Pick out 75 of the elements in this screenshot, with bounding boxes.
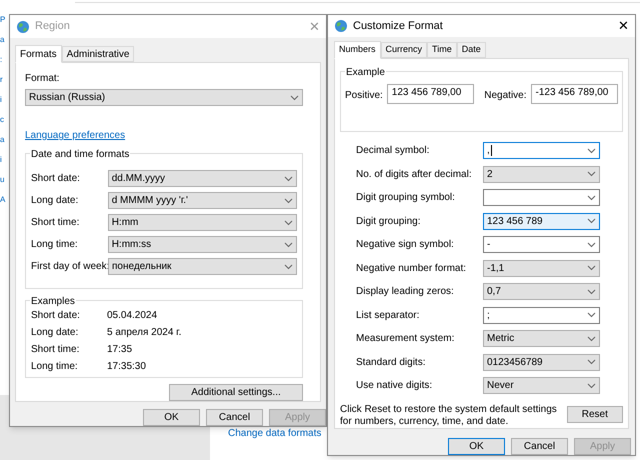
example-value: 05.04.2024 [107, 309, 158, 324]
dialog-button[interactable]: OK [143, 409, 200, 426]
setting-label: Use native digits: [356, 379, 434, 393]
setting-label: Negative number format: [356, 262, 468, 276]
negative-label: Negative: [484, 89, 527, 103]
example-label: Long date: [31, 326, 80, 340]
tab[interactable]: Numbers [334, 41, 381, 59]
dropdown[interactable]: H:mm [108, 214, 297, 231]
setting-label: Digit grouping symbol: [356, 191, 456, 205]
negative-example: -123 456 789,00 [530, 84, 618, 104]
setting-label: Measurement system: [356, 332, 456, 346]
tab[interactable]: Formats [15, 45, 62, 63]
tab[interactable]: Time [427, 42, 457, 58]
setting-label: No. of digits after decimal: [356, 168, 473, 182]
setting-label: Decimal symbol: [356, 144, 430, 158]
dropdown[interactable]: Metric [483, 330, 600, 347]
field-label: Long time: [31, 238, 79, 252]
dropdown[interactable]: H:mm:ss [108, 236, 297, 253]
dropdown[interactable]: 0,7 [483, 283, 600, 300]
setting-label: Display leading zeros: [356, 285, 455, 299]
dialog-button[interactable]: Reset [566, 406, 623, 423]
dropdown[interactable]: Russian (Russia) [25, 89, 303, 106]
dropdown[interactable]: 0123456789 [483, 354, 600, 370]
setting-label: Negative sign symbol: [356, 238, 455, 252]
dropdown[interactable]: dd.MM.yyyy [108, 170, 297, 187]
dropdown[interactable]: 123 456 789 [483, 212, 600, 230]
dropdown[interactable]: , [483, 142, 600, 159]
dialog-button[interactable]: Additional settings... [169, 384, 303, 401]
cut-text: u [0, 174, 6, 186]
cut-text: i [0, 154, 3, 166]
window-title: Customize Format [353, 18, 444, 34]
positive-example: 123 456 789,00 [386, 84, 474, 104]
dropdown[interactable]: 2 [483, 166, 600, 182]
cut-text: A [0, 194, 6, 206]
example-value: 17:35 [107, 343, 132, 358]
example-value: 17:35:30 [107, 360, 146, 374]
language-preferences-link[interactable]: Language preferences [25, 128, 311, 143]
cut-text: P [0, 14, 6, 26]
dialog-button[interactable]: Cancel [206, 409, 263, 426]
example-value: 5 апреля 2024 г. [107, 326, 182, 340]
cut-text: a [0, 134, 6, 146]
reset-note: Click Reset to restore the system default settings for numbers, currency, time, and date. [340, 404, 558, 428]
field-label: First day of week: [31, 260, 108, 274]
dropdown[interactable]: d MMMM yyyy 'г.' [108, 192, 297, 209]
cut-text: r [0, 74, 4, 86]
positive-label: Positive: [345, 89, 383, 103]
setting-label: Digit grouping: [356, 214, 422, 228]
tab[interactable]: Date [456, 42, 486, 58]
example-label: Short date: [31, 309, 81, 324]
field-label: Short time: [31, 216, 80, 230]
field-label: Short date: [31, 172, 81, 186]
dropdown[interactable]: - [483, 236, 600, 253]
tab[interactable]: Administrative [62, 46, 134, 62]
close-button[interactable]: ✕ [618, 16, 629, 36]
window-title: Region [35, 19, 71, 34]
cut-text: c [0, 114, 5, 126]
setting-label: Standard digits: [356, 356, 426, 370]
example-label: Long time: [31, 360, 79, 374]
example-label: Short time: [31, 343, 80, 358]
cut-text: a [0, 34, 6, 46]
tab[interactable]: Currency [380, 42, 428, 58]
dropdown[interactable]: ; [483, 306, 600, 324]
group-title: Examples [30, 294, 76, 310]
dropdown[interactable]: понедельник [108, 258, 297, 275]
change-formats-link[interactable]: Change data formats [228, 428, 322, 440]
dropdown[interactable]: -1,1 [483, 260, 600, 276]
dropdown[interactable]: Never [483, 377, 600, 394]
field-label: Long date: [31, 194, 80, 208]
group-title: Example [345, 65, 386, 80]
dialog-button[interactable]: OK [448, 438, 505, 455]
format-label: Format: [25, 72, 60, 86]
cut-text: i [0, 94, 3, 106]
cut-text: : [0, 54, 4, 66]
dialog-button[interactable]: Cancel [511, 438, 568, 455]
setting-label: List separator: [356, 308, 420, 322]
